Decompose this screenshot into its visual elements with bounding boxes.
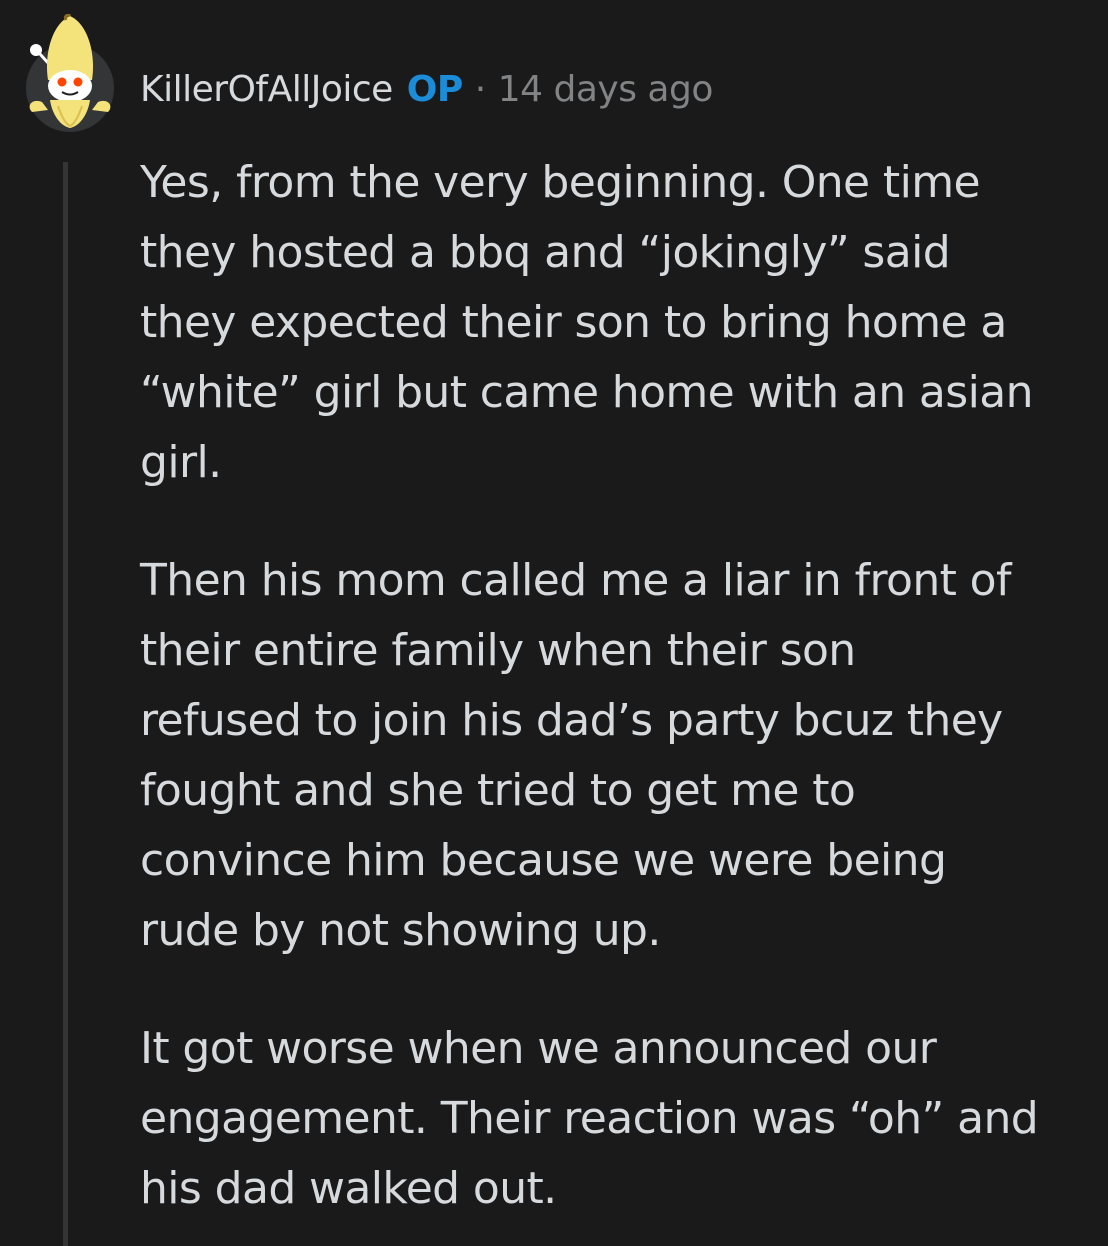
username-link[interactable]: KillerOfAllJoice [140, 69, 393, 110]
comment-paragraph: Yes, from the very beginning. One time t… [140, 157, 1033, 488]
comment-paragraph: It got worse when we announced our engag… [140, 1023, 1039, 1214]
comment-body: Yes, from the very beginning. One time t… [140, 148, 1070, 1224]
timestamp-link[interactable]: 14 days ago [498, 69, 714, 110]
snoo-banana-avatar-icon[interactable] [22, 14, 118, 132]
meta-separator: · [474, 68, 486, 110]
op-badge: OP [406, 68, 464, 110]
comment-meta: KillerOfAllJoice OP · 14 days ago [140, 66, 713, 112]
thread-collapse-line[interactable] [63, 162, 68, 1246]
comment-paragraph: Then his mom called me a liar in front o… [140, 555, 1011, 956]
comment: KillerOfAllJoice OP · 14 days ago Yes, f… [0, 0, 1108, 1246]
